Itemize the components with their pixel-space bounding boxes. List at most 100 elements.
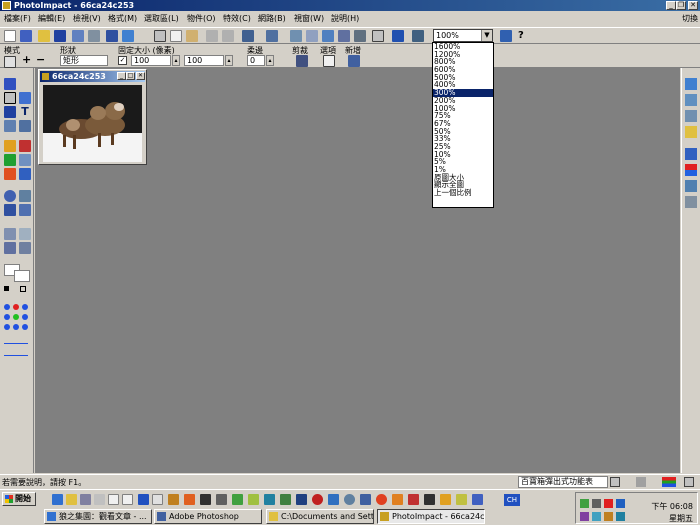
- blue-dot-icon[interactable]: [13, 324, 19, 330]
- app-icon[interactable]: [376, 494, 387, 505]
- tray-app-icon[interactable]: [616, 499, 625, 508]
- undo-icon[interactable]: [206, 30, 218, 42]
- eyedropper-tool-icon[interactable]: [19, 190, 31, 202]
- open-folder-icon[interactable]: [38, 30, 50, 42]
- mail-icon[interactable]: [88, 30, 100, 42]
- paste-icon[interactable]: [186, 30, 198, 42]
- object-line-icon[interactable]: [4, 350, 28, 356]
- info-panel-icon[interactable]: [685, 196, 697, 208]
- web-icon[interactable]: [106, 30, 118, 42]
- cut-icon[interactable]: [154, 30, 166, 42]
- height-spinner[interactable]: ▴: [225, 55, 233, 66]
- menu-edit[interactable]: 編輯(E): [38, 13, 65, 24]
- transform-tool-icon[interactable]: [4, 106, 16, 118]
- menu-file[interactable]: 檔案(F): [4, 13, 31, 24]
- soft-edge-spinner[interactable]: ▴: [266, 55, 274, 66]
- language-indicator-icon[interactable]: CH: [504, 494, 520, 506]
- print-icon[interactable]: [72, 30, 84, 42]
- menu-web[interactable]: 網路(B): [258, 13, 286, 24]
- blue-dot-icon[interactable]: [22, 314, 28, 320]
- panel-icon[interactable]: [685, 148, 697, 160]
- zoom-tool-icon[interactable]: [4, 190, 16, 202]
- width-field[interactable]: 100: [131, 55, 171, 66]
- color-bars-icon[interactable]: [662, 477, 676, 487]
- new-icon[interactable]: [4, 30, 16, 42]
- bend-tool-icon[interactable]: [19, 120, 31, 132]
- volume-icon[interactable]: [592, 499, 601, 508]
- soft-edge-field[interactable]: 0: [247, 55, 265, 66]
- desktop-icon[interactable]: [80, 494, 91, 505]
- app-icon[interactable]: [312, 494, 323, 505]
- menu-format[interactable]: 格式(M): [108, 13, 137, 24]
- object-manager-icon[interactable]: [685, 78, 697, 90]
- flip-icon[interactable]: [306, 30, 318, 42]
- app-icon[interactable]: [408, 494, 419, 505]
- document-close-button[interactable]: ✕: [136, 72, 145, 80]
- menu-view[interactable]: 檢視(V): [73, 13, 101, 24]
- color-panel-icon[interactable]: [685, 164, 697, 176]
- eraser-tool-icon[interactable]: [4, 168, 16, 180]
- app-icon[interactable]: [168, 494, 179, 505]
- width-spinner[interactable]: ▴: [172, 55, 180, 66]
- grid-tool-icon[interactable]: [4, 228, 16, 240]
- selection-mode-icon[interactable]: [4, 56, 16, 68]
- library-icon[interactable]: [685, 126, 697, 138]
- height-field[interactable]: 100: [184, 55, 224, 66]
- zoom-dropdown-list[interactable]: 1600% 1200% 800% 600% 500% 400% 300% 200% 100% 75…: [432, 42, 494, 208]
- green-dot-icon[interactable]: [13, 314, 19, 320]
- app-icon[interactable]: [328, 494, 339, 505]
- word-icon[interactable]: [138, 494, 149, 505]
- task-explorer[interactable]: C:\Documents and Setting...: [266, 509, 374, 524]
- app-icon[interactable]: [344, 494, 355, 505]
- info-icon[interactable]: [684, 477, 694, 487]
- photoimpact-app-icon[interactable]: [2, 1, 11, 10]
- ie-icon[interactable]: [52, 494, 63, 505]
- crop-tool-icon[interactable]: [4, 120, 16, 132]
- document-minimize-button[interactable]: _: [117, 72, 126, 80]
- crop-icon[interactable]: [296, 55, 308, 67]
- minimize-button[interactable]: _: [666, 1, 676, 10]
- resize-icon[interactable]: [322, 30, 334, 42]
- add-icon[interactable]: [348, 55, 360, 67]
- menu-window[interactable]: 視窗(W): [294, 13, 324, 24]
- menu-select[interactable]: 選取區(L): [144, 13, 179, 24]
- object-line-icon[interactable]: [4, 338, 28, 344]
- scan-icon[interactable]: [20, 30, 32, 42]
- fixed-size-checkbox[interactable]: ✓: [118, 56, 127, 65]
- pen-tool-icon[interactable]: [4, 204, 16, 216]
- app-icon[interactable]: [200, 494, 211, 505]
- restore-button[interactable]: ❐: [676, 1, 686, 10]
- subtract-mode-icon[interactable]: −: [36, 53, 45, 66]
- gallery-icon[interactable]: [685, 110, 697, 122]
- options-icon[interactable]: [323, 55, 335, 67]
- brush-tool-icon[interactable]: [19, 140, 31, 152]
- close-button[interactable]: ✕: [688, 1, 698, 10]
- clone-tool-icon[interactable]: [4, 154, 16, 166]
- blue-dot-icon[interactable]: [4, 304, 10, 310]
- layers-icon[interactable]: [392, 30, 404, 42]
- easypalette-combo[interactable]: 百寶箱彈出式功能表: [518, 476, 608, 488]
- copy-icon[interactable]: [170, 30, 182, 42]
- task-photoshop[interactable]: Adobe Photoshop: [154, 509, 262, 524]
- zoom-select[interactable]: 100% ▼: [433, 29, 493, 42]
- app-icon[interactable]: [184, 494, 195, 505]
- tray-app-icon[interactable]: [604, 512, 613, 521]
- app-icon[interactable]: [392, 494, 403, 505]
- paint-tool-icon[interactable]: [4, 140, 16, 152]
- path-tool-icon[interactable]: [19, 204, 31, 216]
- effect-icon[interactable]: [266, 30, 278, 42]
- pick-tool-icon[interactable]: [4, 78, 16, 90]
- retouch-tool-icon[interactable]: [19, 154, 31, 166]
- app-icon[interactable]: [296, 494, 307, 505]
- wolves-photo[interactable]: [43, 85, 142, 162]
- tray-app-icon[interactable]: [616, 512, 625, 521]
- home-icon[interactable]: [610, 477, 620, 487]
- app-icon[interactable]: [280, 494, 291, 505]
- rotate-icon[interactable]: [290, 30, 302, 42]
- chevron-down-icon[interactable]: ▼: [481, 30, 492, 41]
- antivirus-icon[interactable]: [604, 499, 613, 508]
- fill-tool-icon[interactable]: [19, 168, 31, 180]
- app-icon[interactable]: [472, 494, 483, 505]
- album-icon[interactable]: [122, 30, 134, 42]
- task-photoimpact[interactable]: PhotoImpact - 66ca24c253: [377, 509, 485, 524]
